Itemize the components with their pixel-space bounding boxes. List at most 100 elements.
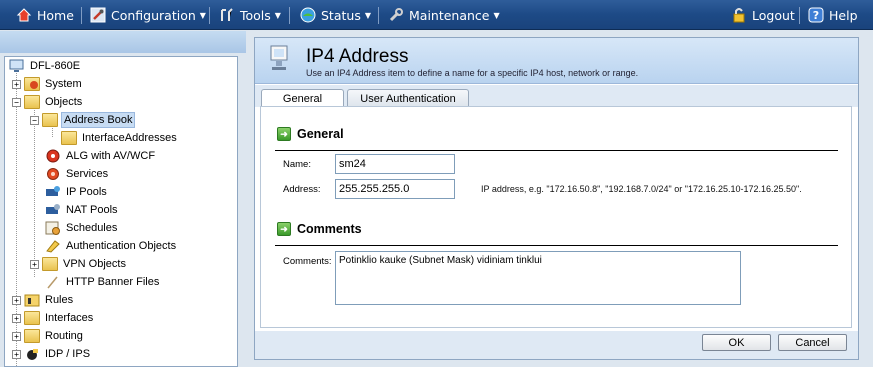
- tree-item-label: InterfaceAddresses: [82, 132, 177, 144]
- authentication-icon: [45, 239, 61, 253]
- collapse-icon[interactable]: −: [30, 115, 39, 125]
- expand-icon[interactable]: +: [12, 313, 21, 323]
- top-menubar: Home Configuration ▼ Tools ▼ Status ▼ Ma…: [0, 0, 873, 30]
- expand-icon[interactable]: +: [12, 79, 21, 89]
- cancel-button[interactable]: Cancel: [778, 334, 847, 351]
- maintenance-icon: [388, 7, 404, 23]
- general-section-heading: ➜ General: [277, 127, 344, 141]
- tree-item-nat-pools[interactable]: NAT Pools: [45, 201, 120, 219]
- tree-item-interfaces[interactable]: + Interfaces: [12, 309, 95, 327]
- tree-item-services[interactable]: Services: [45, 165, 110, 183]
- tree-item-schedules[interactable]: Schedules: [45, 219, 119, 237]
- chevron-down-icon: ▼: [493, 10, 500, 20]
- routing-folder-icon: [24, 329, 40, 343]
- tree-item-authentication-objects[interactable]: Authentication Objects: [45, 237, 178, 255]
- name-field[interactable]: [335, 154, 455, 174]
- folder-icon: [61, 131, 77, 145]
- tree-item-label: Schedules: [66, 222, 118, 234]
- tab-user-authentication[interactable]: User Authentication: [347, 89, 469, 107]
- menu-separator: [799, 7, 800, 24]
- chevron-down-icon: ▼: [199, 10, 206, 20]
- expand-icon[interactable]: +: [30, 259, 39, 269]
- services-icon: [45, 167, 61, 181]
- tab-content: ➜ General Name: Address: IP address, e.g…: [260, 106, 852, 328]
- collapse-icon[interactable]: −: [12, 97, 21, 107]
- expand-icon[interactable]: +: [12, 295, 21, 305]
- wrench-icon: [90, 7, 106, 23]
- home-icon: [16, 7, 32, 23]
- tree-item-label: HTTP Banner Files: [66, 276, 160, 288]
- expand-icon[interactable]: +: [12, 349, 21, 359]
- menu-maintenance-label: Maintenance: [409, 7, 490, 23]
- menu-home[interactable]: Home: [16, 0, 74, 30]
- address-book-folder-icon: [42, 113, 58, 127]
- tree-item-objects[interactable]: − Objects: [12, 93, 84, 111]
- menu-separator: [289, 7, 290, 24]
- tree-item-label: VPN Objects: [63, 258, 126, 270]
- alg-icon: [45, 149, 61, 163]
- system-folder-icon: [24, 77, 40, 91]
- svg-text:?: ?: [813, 9, 819, 22]
- tree-item-system[interactable]: + System: [12, 75, 84, 93]
- tree-item-label: Address Book: [61, 112, 136, 128]
- menu-separator: [209, 7, 210, 24]
- chevron-down-icon: ▼: [274, 10, 281, 20]
- expand-icon[interactable]: +: [12, 331, 21, 341]
- tree-item-label: Services: [66, 168, 109, 180]
- menu-logout[interactable]: Logout: [731, 0, 795, 30]
- ok-button[interactable]: OK: [702, 334, 771, 351]
- section-divider: [275, 245, 838, 246]
- menu-logout-label: Logout: [752, 7, 795, 23]
- tree-item-http-banner-files[interactable]: HTTP Banner Files: [45, 273, 161, 291]
- tree-item-label: Objects: [45, 96, 83, 108]
- menu-tools[interactable]: Tools ▼: [219, 0, 281, 30]
- lock-icon: [731, 7, 747, 23]
- address-label: Address:: [283, 184, 321, 195]
- general-heading-label: General: [297, 127, 344, 141]
- ip-pools-icon: [45, 185, 61, 199]
- menu-status[interactable]: Status ▼: [300, 0, 371, 30]
- folder-icon: [24, 95, 40, 109]
- section-arrow-icon: ➜: [277, 127, 291, 141]
- button-bar: OK Cancel: [255, 331, 858, 359]
- address-hint: IP address, e.g. "172.16.50.8", "192.168…: [481, 184, 802, 194]
- tree-item-idp-ips[interactable]: + IDP / IPS: [12, 345, 92, 363]
- tab-bar: General User Authentication: [255, 85, 858, 108]
- tree-item-label: ALG with AV/WCF: [66, 150, 156, 162]
- tree-item-label: Rules: [45, 294, 74, 306]
- comments-heading-label: Comments: [297, 222, 362, 236]
- schedules-icon: [45, 221, 61, 235]
- tree-item-device[interactable]: DFL-860E: [9, 57, 82, 75]
- comments-field[interactable]: Potinklio kauke (Subnet Mask) vidiniam t…: [335, 251, 741, 305]
- menu-help[interactable]: ? Help: [808, 0, 858, 30]
- tree-item-label: IDP / IPS: [45, 348, 91, 360]
- tree-item-ip-pools[interactable]: IP Pools: [45, 183, 109, 201]
- comments-label: Comments:: [283, 256, 332, 267]
- tree-item-alg[interactable]: ALG with AV/WCF: [45, 147, 157, 165]
- address-field[interactable]: [335, 179, 455, 199]
- menu-separator: [81, 7, 82, 24]
- tree-item-vpn-objects[interactable]: + VPN Objects: [30, 255, 128, 273]
- left-panel-scrollbar[interactable]: [238, 56, 246, 367]
- section-divider: [275, 150, 838, 151]
- section-arrow-icon: ➜: [277, 222, 291, 236]
- menu-maintenance[interactable]: Maintenance ▼: [388, 0, 500, 30]
- tree-item-rules[interactable]: + Rules: [12, 291, 75, 309]
- tree-item-label: NAT Pools: [66, 204, 118, 216]
- left-panel-header: [0, 31, 246, 53]
- menu-configuration[interactable]: Configuration ▼: [90, 0, 206, 30]
- tree-item-address-book[interactable]: − Address Book: [30, 111, 136, 129]
- main-panel: IP4 Address Use an IP4 Address item to d…: [254, 37, 859, 360]
- navigation-tree: DFL-860E + System − Objects − Address Bo…: [4, 56, 238, 367]
- page-title: IP4 Address: [306, 46, 409, 67]
- idp-ips-icon: [24, 347, 40, 361]
- comments-section-heading: ➜ Comments: [277, 222, 362, 236]
- tree-item-routing[interactable]: + Routing: [12, 327, 85, 345]
- name-label: Name:: [283, 159, 311, 170]
- ip-address-object-icon: [269, 45, 293, 80]
- chevron-down-icon: ▼: [364, 10, 371, 20]
- status-globe-icon: [300, 7, 316, 23]
- tree-item-interface-addresses[interactable]: InterfaceAddresses: [61, 129, 179, 147]
- tree-item-label: System: [45, 78, 82, 90]
- tools-icon: [219, 7, 235, 23]
